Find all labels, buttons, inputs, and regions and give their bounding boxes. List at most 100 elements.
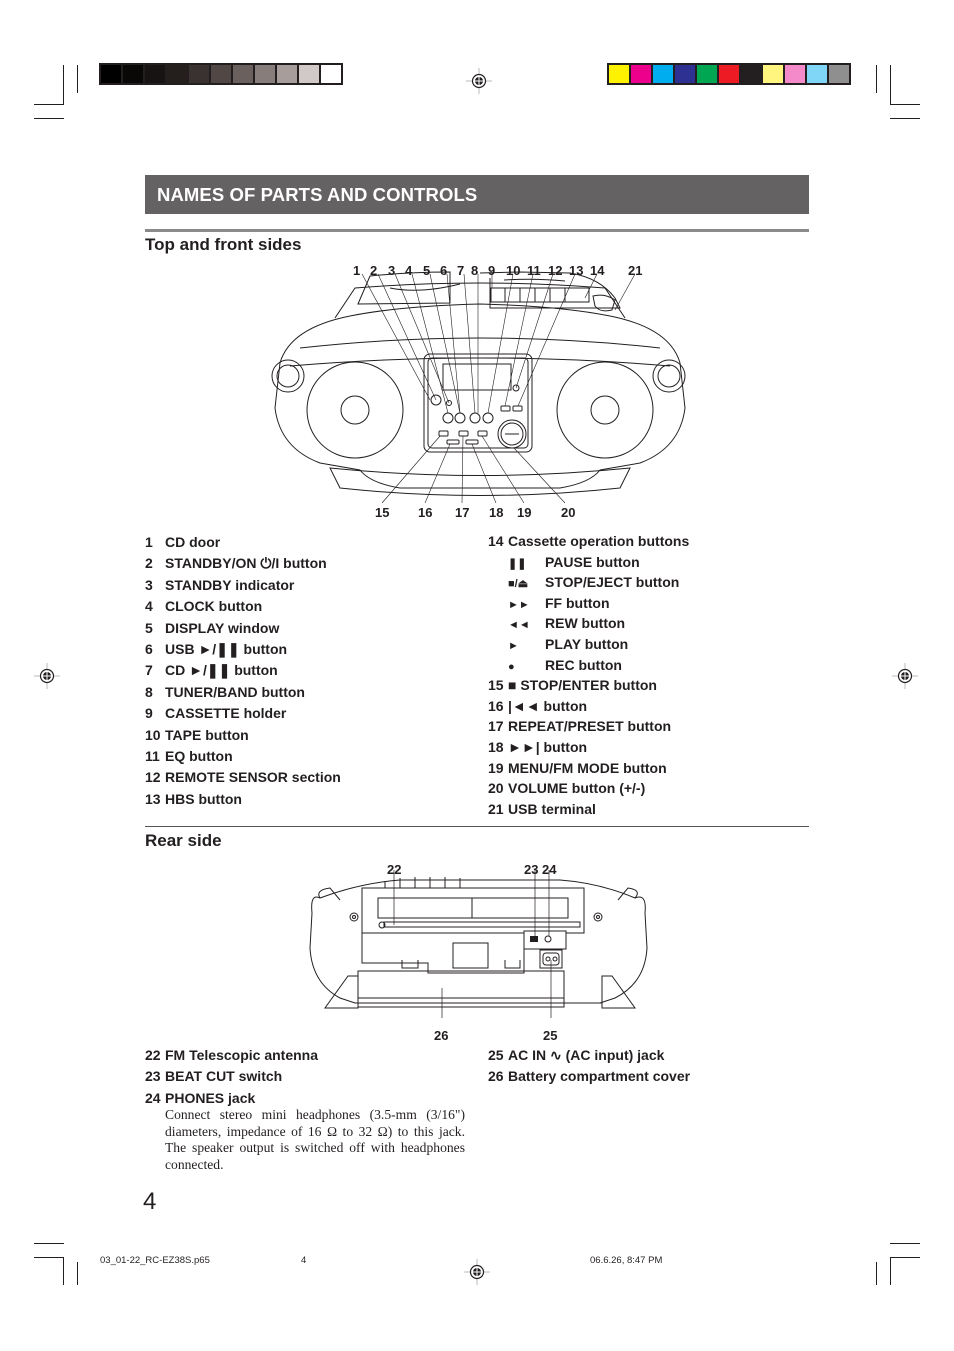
- crop-mark: [34, 118, 64, 119]
- rewind-icon: ◄◄: [508, 619, 530, 632]
- callout-number: 3: [388, 263, 396, 278]
- item-label: CASSETTE holder: [165, 705, 287, 722]
- fast-forward-icon: ►►: [508, 598, 530, 611]
- grayscale-swatch: [145, 65, 165, 83]
- item-label: ■ STOP/ENTER button: [508, 677, 657, 694]
- list-item: 26 Battery compartment cover: [488, 1066, 690, 1087]
- list-item: 17 REPEAT/PRESET button: [488, 716, 689, 737]
- callout-number: 20: [561, 505, 576, 520]
- list-item: ◄◄ REW button: [488, 613, 689, 634]
- registration-mark: [34, 663, 60, 689]
- item-label: CD ►/❚❚ button: [165, 662, 278, 679]
- grayscale-swatch: [123, 65, 143, 83]
- list-item: 10 TAPE button: [145, 725, 341, 746]
- list-item: 2 STANDBY/ON ⏻/I button: [145, 553, 341, 574]
- list-item: 8 TUNER/BAND button: [145, 682, 341, 703]
- item-label: HBS button: [165, 790, 242, 807]
- item-number: 23: [145, 1068, 161, 1085]
- item-number: 9: [145, 705, 153, 722]
- crop-mark: [34, 1243, 64, 1244]
- item-number: 16: [488, 697, 504, 714]
- rear-parts-list-right: 25 AC IN ∿ (AC input) jack 26 Battery comp…: [488, 1045, 690, 1088]
- item-number: 5: [145, 619, 153, 636]
- item-number: 10: [145, 726, 161, 743]
- item-label: REW button: [545, 615, 626, 632]
- crop-mark: [890, 1257, 891, 1285]
- callout-number: 25: [543, 1028, 558, 1043]
- list-item: ► PLAY button: [488, 634, 689, 655]
- list-item: 24 PHONES jack: [145, 1088, 318, 1109]
- callout-number: 23: [524, 862, 539, 877]
- item-number: 18: [488, 738, 504, 755]
- item-label: MENU/FM MODE button: [508, 759, 667, 776]
- crop-mark: [890, 1257, 920, 1258]
- grayscale-swatch: [321, 65, 341, 83]
- list-item: 25 AC IN ∿ (AC input) jack: [488, 1045, 690, 1066]
- item-number: 6: [145, 640, 153, 657]
- item-number: 12: [145, 769, 161, 786]
- callout-number: 6: [440, 263, 448, 278]
- item-number: 25: [488, 1047, 504, 1063]
- list-item: ■/⏏ STOP/EJECT button: [488, 572, 689, 593]
- item-number: 21: [488, 800, 504, 817]
- list-item: ►► FF button: [488, 593, 689, 614]
- callout-number: 21: [628, 263, 643, 278]
- list-item: 19 MENU/FM MODE button: [488, 758, 689, 779]
- item-number: 11: [145, 747, 160, 764]
- item-label: DISPLAY window: [165, 619, 280, 636]
- crop-mark: [77, 65, 78, 93]
- divider: [145, 826, 809, 827]
- item-label: VOLUME button (+/-): [508, 780, 646, 797]
- process-color-swatch: [829, 65, 849, 83]
- callout-number: 16: [418, 505, 433, 520]
- callout-number: 10: [506, 263, 521, 278]
- process-color-swatch: [697, 65, 717, 83]
- parts-list-left: 1 CD door 2 STANDBY/ON ⏻/I button 3 STANDBY…: [145, 532, 341, 810]
- item-label: TUNER/BAND button: [165, 683, 305, 700]
- grayscale-swatch: [189, 65, 209, 83]
- grayscale-swatch: [101, 65, 121, 83]
- callout-number: 18: [489, 505, 504, 520]
- process-color-swatch: [631, 65, 651, 83]
- item-number: 22: [145, 1047, 161, 1063]
- process-color-swatch: [609, 65, 629, 83]
- item-label: BEAT CUT switch: [165, 1068, 283, 1085]
- crop-mark: [890, 118, 920, 119]
- callout-number: 1: [353, 263, 361, 278]
- callout-number: 13: [569, 263, 584, 278]
- callout-number: 8: [471, 263, 479, 278]
- callout-number: 24: [542, 862, 557, 877]
- callout-number: 5: [423, 263, 431, 278]
- registration-mark: [466, 68, 492, 94]
- list-item: 13 HBS button: [145, 789, 341, 810]
- item-label: REMOTE SENSOR section: [165, 769, 341, 786]
- crop-mark: [63, 1257, 64, 1285]
- section-title-top-front: Top and front sides: [145, 235, 302, 254]
- callout-number: 9: [488, 263, 496, 278]
- item-label: TAPE button: [165, 726, 249, 743]
- list-item: 6 USB ►/❚❚ button: [145, 639, 341, 660]
- callout-number: 26: [434, 1028, 449, 1043]
- item-label: USB ►/❚❚ button: [165, 640, 288, 657]
- item-label: REC button: [545, 656, 622, 673]
- callout-number: 22: [387, 862, 402, 877]
- parts-list-right: 14 Cassette operation buttons ❚❚ PAUSE but…: [488, 531, 689, 819]
- section-banner: NAMES OF PARTS AND CONTROLS: [145, 175, 809, 214]
- item-number: 19: [488, 759, 504, 776]
- item-number: 4: [145, 598, 153, 615]
- crop-mark: [34, 1257, 64, 1258]
- list-item: 12 REMOTE SENSOR section: [145, 767, 341, 788]
- item-label: STOP/EJECT button: [545, 574, 680, 591]
- item-number: 13: [145, 790, 161, 807]
- grayscale-swatch: [211, 65, 231, 83]
- item-label: USB terminal: [508, 800, 596, 817]
- item-number: 15: [488, 677, 504, 694]
- record-icon: ●: [508, 660, 515, 673]
- callout-number: 14: [590, 263, 605, 278]
- grayscale-color-bar: [99, 63, 343, 85]
- item-label: PHONES jack: [165, 1089, 256, 1106]
- list-item: 14 Cassette operation buttons: [488, 531, 689, 552]
- item-label: REPEAT/PRESET button: [508, 718, 672, 735]
- list-item: 4 CLOCK button: [145, 596, 341, 617]
- list-item: 22 FM Telescopic antenna: [145, 1045, 318, 1066]
